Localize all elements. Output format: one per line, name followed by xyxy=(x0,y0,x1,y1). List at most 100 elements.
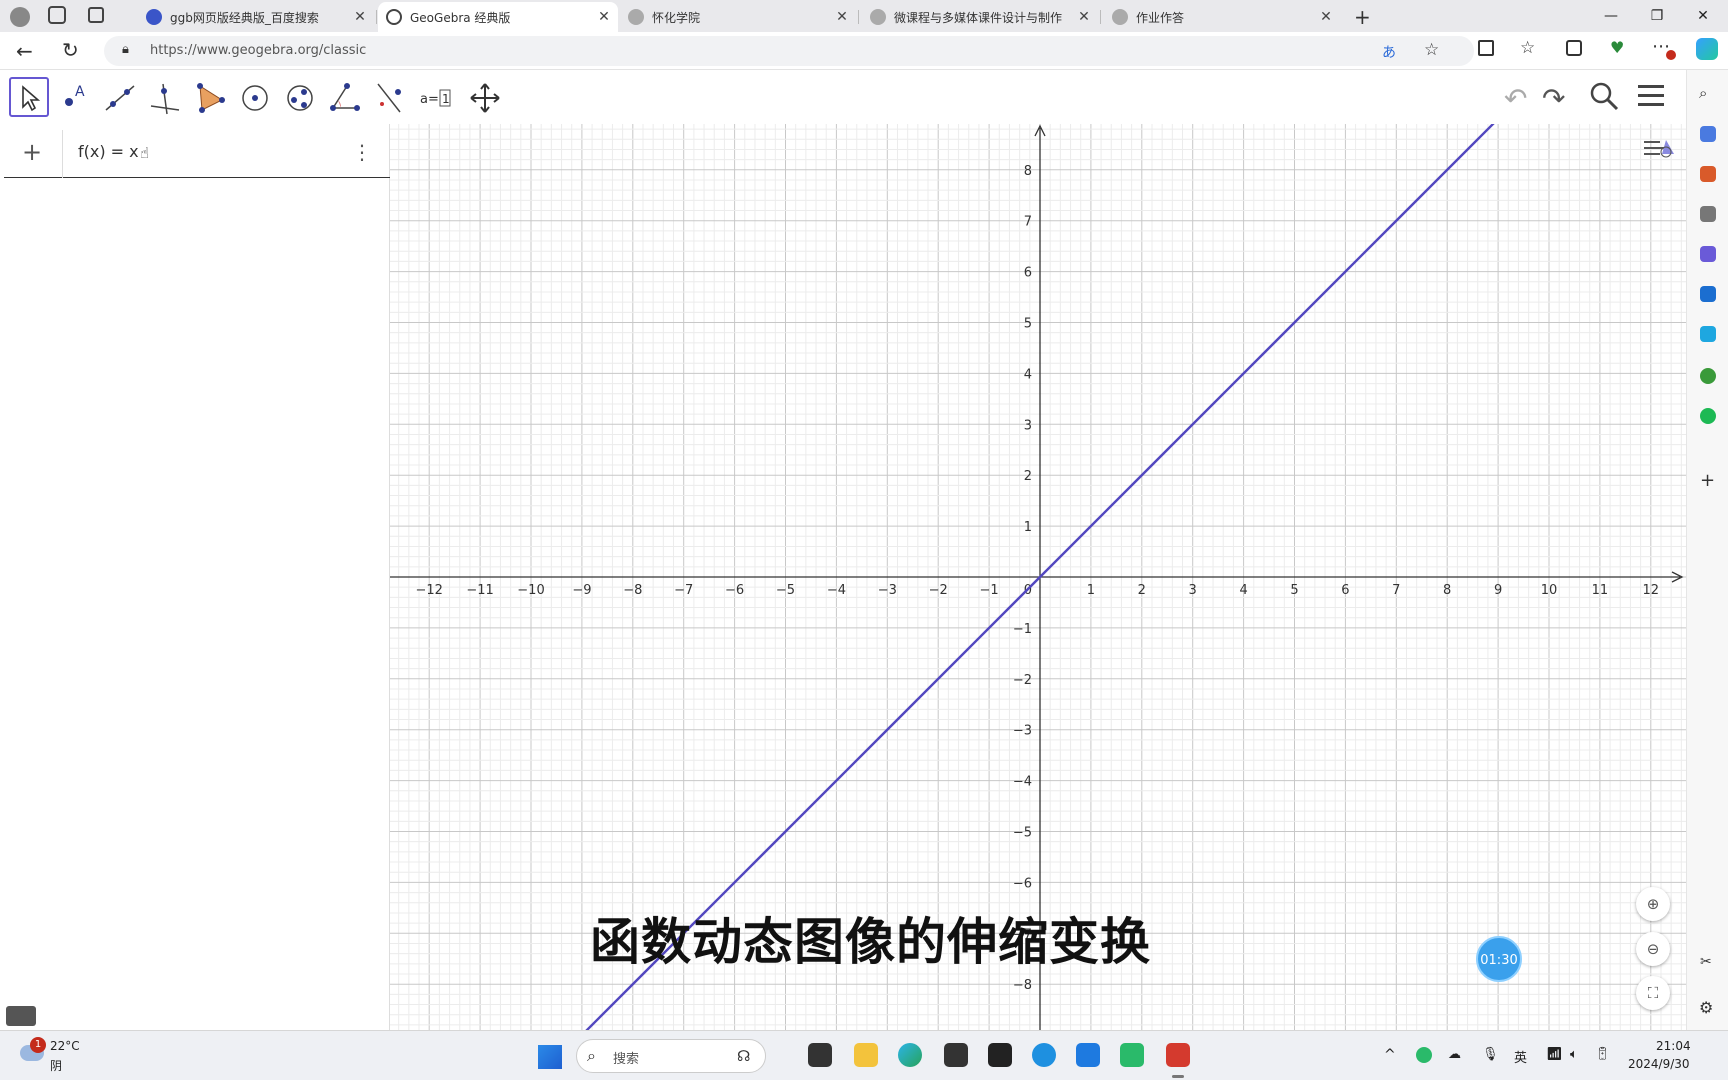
spotify-icon[interactable] xyxy=(1700,408,1716,424)
onedrive-icon[interactable]: ☁ xyxy=(1448,1047,1461,1062)
split-screen-icon[interactable] xyxy=(1478,40,1494,56)
lock-icon[interactable]: 🔒︎ xyxy=(122,42,129,57)
ie-icon[interactable] xyxy=(1032,1043,1056,1067)
send-icon[interactable] xyxy=(1700,326,1716,342)
search-icon[interactable] xyxy=(1588,80,1620,116)
copilot-icon[interactable] xyxy=(1696,38,1718,60)
weather-desc[interactable]: 阴 xyxy=(50,1057,62,1074)
zoom-out-button[interactable]: ⊖ xyxy=(1636,932,1670,966)
polygon-tool[interactable] xyxy=(189,77,229,117)
graphics-view[interactable]: −12 −11 −10 −9 −8 −7 −6 −5 −4 −3 −2 −1 1 2 3 4 5 6 7 8 9 10 11… xyxy=(390,124,1686,1030)
back-icon[interactable]: ← xyxy=(16,39,33,63)
battery-icon[interactable]: 🔋︎ xyxy=(1594,1047,1611,1062)
fullscreen-button[interactable]: ⛶ xyxy=(1636,976,1670,1010)
move-graphics-tool[interactable] xyxy=(464,77,504,117)
taskbar-search[interactable]: ⌕ 搜索 ☊ xyxy=(576,1039,766,1073)
weather-temp[interactable]: 22°C xyxy=(50,1039,80,1053)
close-icon[interactable]: ✕ xyxy=(596,9,612,25)
reflect-tool[interactable] xyxy=(369,77,409,117)
task-view-icon[interactable] xyxy=(808,1043,832,1067)
edge-icon[interactable] xyxy=(898,1043,922,1067)
close-icon[interactable]: ✕ xyxy=(834,9,850,25)
coordinate-plane[interactable]: −12 −11 −10 −9 −8 −7 −6 −5 −4 −3 −2 −1 1 2 3 4 5 6 7 8 9 10 11… xyxy=(390,124,1686,1030)
address-bar[interactable]: 🔒︎ https://www.geogebra.org/classic あ ☆ xyxy=(104,36,1474,66)
line-tool[interactable] xyxy=(99,77,139,117)
tab-homework[interactable]: 作业作答 ✕ xyxy=(1104,2,1340,32)
move-tool[interactable] xyxy=(9,77,49,117)
circle-tool[interactable] xyxy=(234,77,274,117)
translate-icon[interactable]: あ xyxy=(1382,42,1396,62)
zoom-in-button[interactable]: ⊕ xyxy=(1636,887,1670,921)
algebra-input-row[interactable]: + f(x) = x ☝ ⋮ xyxy=(4,130,390,178)
algebra-menu-button[interactable]: ⋮ xyxy=(352,140,372,164)
perpendicular-tool[interactable] xyxy=(144,77,184,117)
redo-icon[interactable]: ↷ xyxy=(1542,82,1565,115)
tab-separator xyxy=(376,10,377,24)
wifi-icon[interactable]: 📶︎ xyxy=(1546,1047,1563,1062)
input-language[interactable]: 英 xyxy=(1514,1047,1527,1066)
algebra-divider xyxy=(62,130,63,178)
tab-actions-icon[interactable] xyxy=(88,7,104,23)
x-tick-label: −7 xyxy=(674,583,693,598)
outlook-icon[interactable] xyxy=(1700,286,1716,302)
tab-micro-course[interactable]: 微课程与多媒体课件设计与制作 ✕ xyxy=(862,2,1098,32)
hamburger-menu-icon[interactable] xyxy=(1636,82,1666,114)
file-explorer-icon[interactable] xyxy=(854,1043,878,1067)
browser-essentials-icon[interactable]: ♥ xyxy=(1610,38,1624,57)
tree-icon[interactable] xyxy=(1700,368,1716,384)
shopping-icon[interactable] xyxy=(1700,126,1716,142)
url-text[interactable]: https://www.geogebra.org/classic xyxy=(150,43,366,58)
restore-icon[interactable]: ❐ xyxy=(1634,0,1680,32)
collections-icon[interactable] xyxy=(1566,40,1582,56)
angle-tool[interactable] xyxy=(324,77,364,117)
7zip-icon[interactable] xyxy=(944,1043,968,1067)
profile-icon[interactable] xyxy=(10,7,30,27)
x-tick-label: −6 xyxy=(725,583,744,598)
kugou-icon[interactable] xyxy=(1076,1043,1100,1067)
favorites-icon[interactable]: ☆ xyxy=(1520,38,1535,58)
clock-date[interactable]: 2024/9/30 xyxy=(1628,1057,1690,1071)
keyboard-icon[interactable] xyxy=(6,1006,36,1026)
close-window-icon[interactable]: ✕ xyxy=(1680,0,1726,32)
tools-icon[interactable] xyxy=(1700,166,1716,182)
tab-baidu-search[interactable]: ggb网页版经典版_百度搜索 ✕ xyxy=(138,2,374,32)
volume-icon[interactable]: 🔈︎ xyxy=(1570,1047,1578,1062)
point-tool[interactable]: A xyxy=(54,77,94,117)
tab-geogebra-classic[interactable]: GeoGebra 经典版 ✕ xyxy=(378,2,618,32)
close-icon[interactable]: ✕ xyxy=(1318,9,1334,25)
tencent-meeting-icon[interactable] xyxy=(1120,1043,1144,1067)
slider-tool[interactable]: a= 1 xyxy=(414,77,454,117)
screenshot-icon[interactable]: ✂ xyxy=(1700,954,1712,970)
new-tab-icon[interactable]: + xyxy=(1354,5,1371,29)
add-sidebar-app-icon[interactable]: + xyxy=(1700,470,1715,491)
settings-icon[interactable]: ⚙ xyxy=(1699,998,1713,1017)
tab-huaihua-university[interactable]: 怀化学院 ✕ xyxy=(620,2,856,32)
add-item-button[interactable]: + xyxy=(22,138,42,166)
tab-label: 怀化学院 xyxy=(652,10,701,25)
unity-icon[interactable] xyxy=(988,1043,1012,1067)
undo-icon[interactable]: ↶ xyxy=(1504,82,1527,115)
wechat-tray-icon[interactable] xyxy=(1416,1047,1432,1063)
close-icon[interactable]: ✕ xyxy=(1076,9,1092,25)
wps-icon[interactable] xyxy=(1166,1043,1190,1067)
x-tick-label: 7 xyxy=(1392,583,1400,598)
ellipse-tool[interactable] xyxy=(279,77,319,117)
y-tick-label: 4 xyxy=(1024,367,1032,382)
windows-start-icon[interactable] xyxy=(538,1045,562,1069)
minimize-icon[interactable]: — xyxy=(1588,0,1634,32)
tab-label: 作业作答 xyxy=(1136,10,1185,25)
show-hidden-icons[interactable]: ^ xyxy=(1384,1047,1396,1063)
recording-timer[interactable]: 01:30 xyxy=(1476,936,1522,982)
clock-time[interactable]: 21:04 xyxy=(1656,1039,1691,1053)
algebra-expression[interactable]: f(x) = x xyxy=(78,142,139,161)
x-tick-label: −3 xyxy=(878,583,897,598)
sidebar-search-icon[interactable]: ⌕ xyxy=(1699,84,1707,102)
microsoft365-icon[interactable] xyxy=(1700,246,1716,262)
microphone-icon[interactable]: 🎙︎ xyxy=(1482,1047,1499,1062)
workspaces-icon[interactable] xyxy=(48,6,66,24)
x-tick-label: 3 xyxy=(1189,583,1197,598)
close-icon[interactable]: ✕ xyxy=(352,9,368,25)
games-icon[interactable] xyxy=(1700,206,1716,222)
favorite-star-icon[interactable]: ☆ xyxy=(1424,40,1439,60)
refresh-icon[interactable]: ↻ xyxy=(62,38,79,62)
